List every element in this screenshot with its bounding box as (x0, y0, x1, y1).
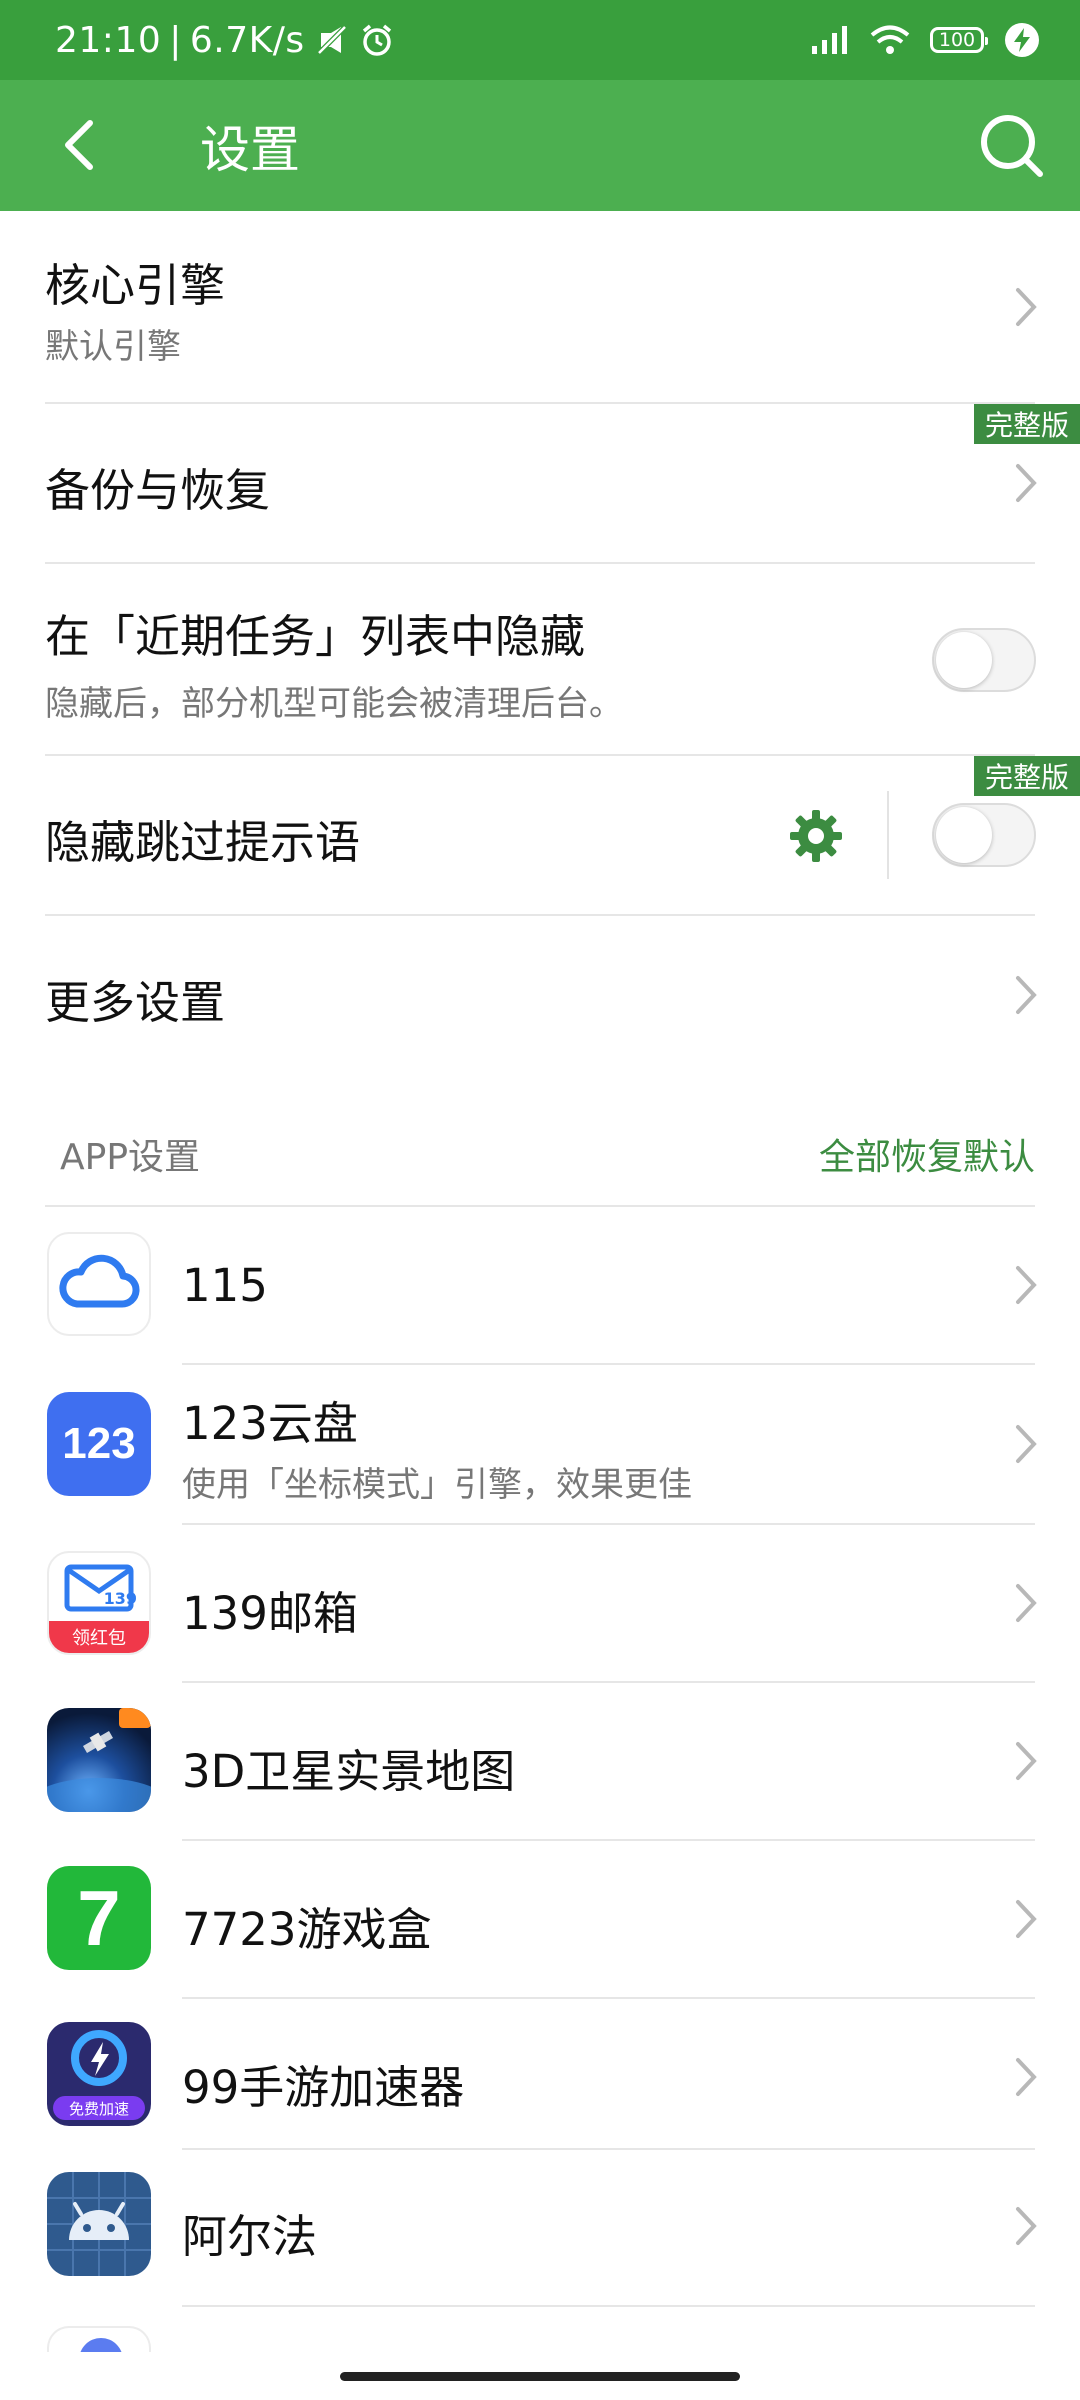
icon-badge: 领红包 (49, 1621, 149, 1653)
gear-icon[interactable] (790, 810, 842, 862)
android-icon (47, 2172, 151, 2276)
chevron-right-icon (1016, 288, 1037, 326)
icon-partial-shape (79, 2338, 123, 2352)
icon-badge: 免费加速 (53, 2096, 145, 2120)
app-subtitle: 使用「坐标模式」引擎，效果更佳 (182, 1465, 692, 1505)
hide-recents-toggle[interactable] (932, 628, 1036, 692)
app-row-139-mail[interactable]: 139 领红包 139邮箱 (0, 1525, 1080, 1681)
hide-skip-hint-row[interactable]: 隐藏跳过提示语 (0, 756, 1080, 914)
app-settings-title: APP设置 (60, 1137, 201, 1178)
hide-recents-description: 隐藏后，部分机型可能会被清理后台。 (45, 684, 623, 724)
battery-icon: 100 (930, 27, 988, 53)
app-name: 阿尔法 (182, 2210, 318, 2263)
app-row-115[interactable]: 115 (0, 1207, 1080, 1363)
accelerator-glyph (71, 2030, 127, 2086)
status-net-speed: 6.7K/s (189, 19, 305, 61)
core-engine-row[interactable]: 核心引擎 默认引擎 (0, 211, 1080, 403)
battery-level: 100 (938, 29, 976, 51)
chevron-right-icon (1016, 1742, 1037, 1780)
restore-all-defaults-link[interactable]: 全部恢复默认 (819, 1128, 1035, 1180)
app-name: 7723游戏盒 (182, 1903, 432, 1956)
hide-skip-hint-label: 隐藏跳过提示语 (45, 816, 361, 869)
satellite-glyph (47, 1708, 151, 1812)
status-separator: | (169, 19, 182, 61)
core-engine-value: 默认引擎 (45, 327, 181, 367)
app-row-99-accelerator[interactable]: 免费加速 99手游加速器 (0, 1999, 1080, 2155)
mute-icon (316, 25, 347, 55)
game-box-icon: 7 (47, 1866, 151, 1970)
divider (182, 2305, 1035, 2307)
chevron-right-icon (1016, 976, 1037, 1014)
wifi-icon (870, 25, 910, 54)
backup-restore-row[interactable]: 备份与恢复 (0, 404, 1080, 562)
accelerator-icon: 免费加速 (47, 2022, 151, 2126)
android-glyph (47, 2172, 151, 2276)
123-cloud-icon: 123 (47, 1392, 151, 1496)
charging-icon (1005, 23, 1039, 57)
toggle-knob (936, 632, 992, 688)
signal-icon (812, 26, 847, 54)
chevron-right-icon (1016, 2207, 1037, 2245)
chevron-right-icon (1016, 1900, 1037, 1938)
app-name: 139邮箱 (182, 1587, 358, 1640)
alarm-icon (362, 24, 391, 56)
app-name: 3D卫星实景地图 (182, 1745, 516, 1798)
home-indicator[interactable] (340, 2372, 740, 2381)
mail-icon: 139 领红包 (47, 1551, 151, 1655)
core-engine-label: 核心引擎 (45, 259, 226, 312)
app-row-7723-game-box[interactable]: 7 7723游戏盒 (0, 1841, 1080, 1997)
back-arrow-icon[interactable] (50, 113, 114, 177)
toggle-knob (936, 807, 992, 863)
app-bar: 设置 (0, 80, 1080, 211)
satellite-icon (47, 1708, 151, 1812)
icon-text: 7 (77, 1874, 121, 1962)
more-settings-label: 更多设置 (45, 976, 226, 1029)
hide-recents-row: 在「近期任务」列表中隐藏 隐藏后，部分机型可能会被清理后台。 (0, 564, 1080, 754)
icon-text: 123 (62, 1419, 136, 1468)
hide-skip-hint-toggle[interactable] (932, 803, 1036, 867)
chevron-right-icon (1016, 1425, 1037, 1463)
cloud-glyph (59, 1254, 140, 1308)
page-title: 设置 (200, 120, 300, 179)
app-name: 99手游加速器 (182, 2061, 465, 2114)
app-settings-header: APP设置 全部恢复默认 (0, 1108, 1080, 1198)
app-row-3d-satellite-map[interactable]: 3D卫星实景地图 (0, 1683, 1080, 1839)
status-time: 21:10 (55, 19, 162, 61)
backup-restore-label: 备份与恢复 (45, 464, 271, 517)
status-left: 21:10 | 6.7K/s (55, 0, 395, 80)
status-bar: 21:10 | 6.7K/s 100 (0, 0, 1080, 80)
chevron-right-icon (1016, 464, 1037, 502)
cloud-icon (47, 1232, 151, 1336)
chevron-right-icon (1016, 2058, 1037, 2096)
search-icon[interactable] (976, 110, 1046, 180)
chevron-right-icon (1016, 1584, 1037, 1622)
app-name: 115 (182, 1259, 268, 1312)
vertical-separator (887, 791, 889, 879)
app-row-alpha[interactable]: 阿尔法 (0, 2150, 1080, 2306)
icon-text: 139 (103, 1589, 137, 1608)
app-name: 123云盘 (182, 1397, 358, 1450)
status-right: 100 (810, 0, 1040, 80)
app-row-123-cloud[interactable]: 123 123云盘 使用「坐标模式」引擎，效果更佳 (0, 1365, 1080, 1523)
hide-recents-label: 在「近期任务」列表中隐藏 (45, 610, 586, 663)
app-icon-partial (47, 2326, 151, 2352)
more-settings-row[interactable]: 更多设置 (0, 916, 1080, 1074)
chevron-right-icon (1016, 1266, 1037, 1304)
